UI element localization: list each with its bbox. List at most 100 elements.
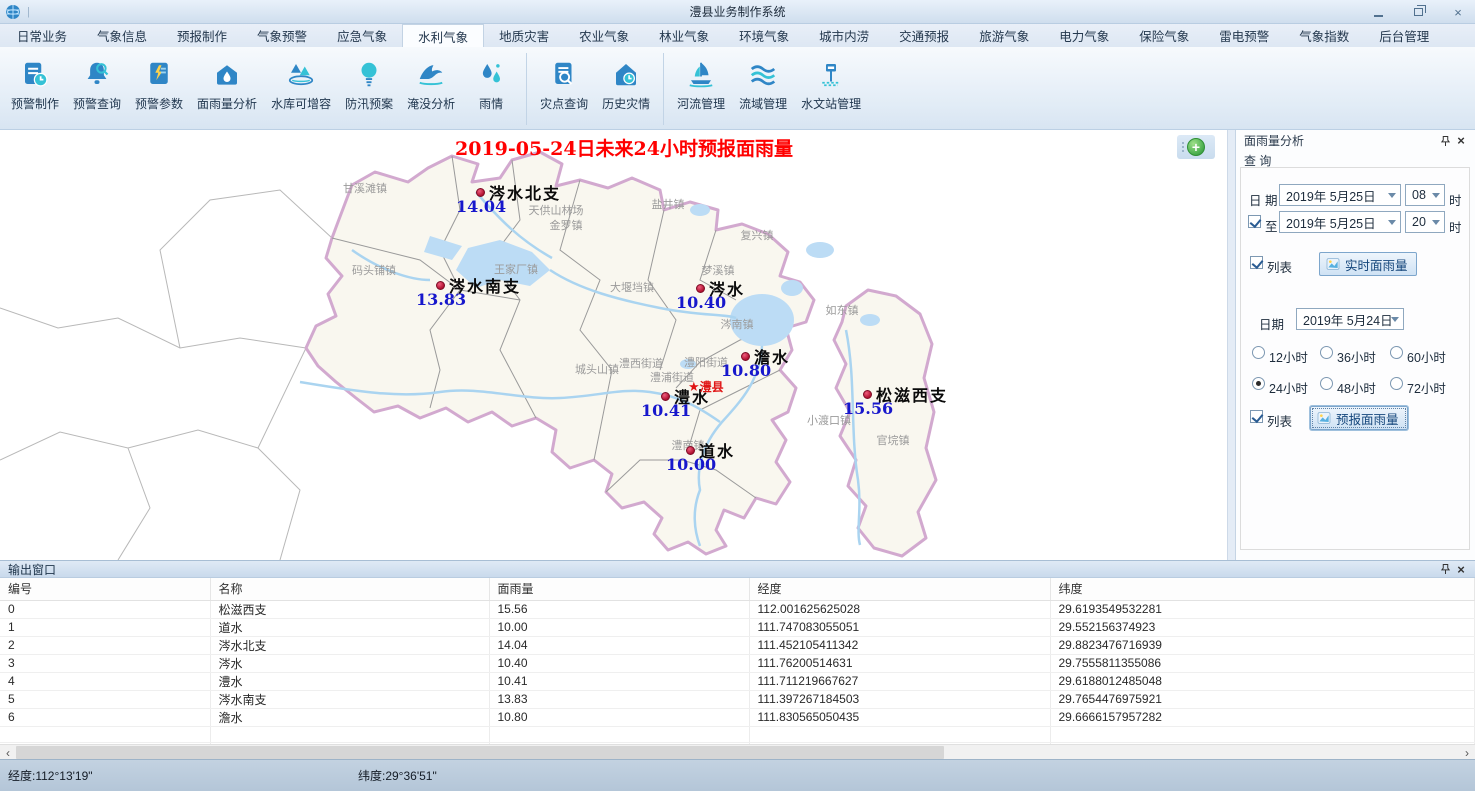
toolbar-button-水库可增容[interactable]: 水库可增容 <box>264 51 338 127</box>
radio-72小时[interactable] <box>1390 377 1403 390</box>
radio-24小时[interactable] <box>1252 377 1265 390</box>
table-row[interactable]: 0松滋西支15.56112.00162562502829.61935495322… <box>0 600 1475 618</box>
menu-tab-电力气象[interactable]: 电力气象 <box>1044 24 1124 47</box>
start-date-select[interactable]: 2019年 5月25日 <box>1279 184 1401 206</box>
toolbar: 预警制作预警查询预警参数面雨量分析水库可增容防汛预案淹没分析雨情 灾点查询历史灾情… <box>0 47 1475 130</box>
radio-48小时[interactable] <box>1320 377 1333 390</box>
menu-tab-城市内涝[interactable]: 城市内涝 <box>804 24 884 47</box>
end-date-select[interactable]: 2019年 5月25日 <box>1279 211 1401 233</box>
panel-close-icon[interactable]: × <box>1453 133 1469 148</box>
menu-tab-气象信息[interactable]: 气象信息 <box>82 24 162 47</box>
minimize-button[interactable] <box>1367 4 1389 20</box>
station-marker-道水[interactable] <box>686 446 695 455</box>
forecast-rain-button[interactable]: 预报面雨量 <box>1310 406 1408 430</box>
station-marker-松滋西支[interactable] <box>863 390 872 399</box>
station-marker-涔水[interactable] <box>696 284 705 293</box>
table-row[interactable]: 3涔水10.40111.7620051463129.7555811355086 <box>0 654 1475 672</box>
table-cell <box>210 726 489 742</box>
toolbar-button-label: 流域管理 <box>739 95 787 112</box>
title-bar: | 澧县业务制作系统 × <box>0 0 1475 24</box>
table-row[interactable]: 5涔水南支13.83111.39726718450329.76544769759… <box>0 690 1475 708</box>
realtime-list-checkbox[interactable] <box>1250 256 1263 269</box>
table-cell: 111.830565050435 <box>749 708 1050 726</box>
toolbar-button-预警制作[interactable]: 预警制作 <box>4 51 66 127</box>
menu-tab-旅游气象[interactable]: 旅游气象 <box>964 24 1044 47</box>
end-hour-select[interactable]: 20 <box>1405 211 1445 233</box>
toolbar-button-面雨量分析[interactable]: 面雨量分析 <box>190 51 264 127</box>
zoom-in-plus-button[interactable]: + <box>1187 138 1205 156</box>
scroll-left-icon[interactable]: ‹ <box>0 745 16 760</box>
toolbar-button-水文站管理[interactable]: 水文站管理 <box>794 51 868 127</box>
chart-image-icon <box>1316 410 1332 426</box>
menu-tab-应急气象[interactable]: 应急气象 <box>322 24 402 47</box>
menu-tab-日常业务[interactable]: 日常业务 <box>2 24 82 47</box>
toolbar-button-label: 雨情 <box>479 95 503 112</box>
vertical-splitter[interactable] <box>1227 130 1235 560</box>
town-label-天供山林场: 天供山林场 <box>529 202 584 218</box>
menu-tab-地质灾害[interactable]: 地质灾害 <box>484 24 564 47</box>
realtime-rain-button[interactable]: 实时面雨量 <box>1319 252 1417 276</box>
forecast-list-label: 列表 <box>1267 411 1292 430</box>
restore-button[interactable] <box>1407 4 1429 20</box>
toolbar-button-淹没分析[interactable]: 淹没分析 <box>400 51 462 127</box>
station-value: 15.56 <box>843 399 893 418</box>
toolbar-button-预警查询[interactable]: 预警查询 <box>66 51 128 127</box>
column-header-经度: 经度 <box>749 578 1050 600</box>
menu-tab-水利气象[interactable]: 水利气象 <box>402 24 484 47</box>
menu-tab-林业气象[interactable]: 林业气象 <box>644 24 724 47</box>
table-row[interactable]: 6澹水10.80111.83056505043529.6666157957282 <box>0 708 1475 726</box>
toolbar-button-河流管理[interactable]: 河流管理 <box>670 51 732 127</box>
toolbar-button-防汛预案[interactable]: 防汛预案 <box>338 51 400 127</box>
table-cell: 29.7654476975921 <box>1050 690 1475 708</box>
table-cell: 29.7555811355086 <box>1050 654 1475 672</box>
forecast-list-checkbox[interactable] <box>1250 410 1263 423</box>
table-row[interactable]: 2涔水北支14.04111.45210541134229.88234767169… <box>0 636 1475 654</box>
table-cell: 111.397267184503 <box>749 690 1050 708</box>
toolbar-button-label: 水库可增容 <box>271 95 331 112</box>
table-row[interactable]: 4澧水10.41111.71121966762729.6188012485048 <box>0 672 1475 690</box>
toolbar-separator <box>663 53 664 125</box>
to-date-checkbox[interactable] <box>1248 215 1261 228</box>
map-forecast-title: 2019-05-24日未来24小时预报面雨量 <box>455 134 775 161</box>
menu-tab-后台管理[interactable]: 后台管理 <box>1364 24 1444 47</box>
scroll-right-icon[interactable]: › <box>1459 745 1475 760</box>
menu-tab-气象指数[interactable]: 气象指数 <box>1284 24 1364 47</box>
radio-12小时[interactable] <box>1252 346 1265 359</box>
pin-icon[interactable] <box>1437 133 1453 148</box>
toolbar-button-雨情[interactable]: 雨情 <box>462 51 520 127</box>
forecast-date-select[interactable]: 2019年 5月24日 <box>1296 308 1404 330</box>
menu-tab-交通预报[interactable]: 交通预报 <box>884 24 964 47</box>
menu-tab-保险气象[interactable]: 保险气象 <box>1124 24 1204 47</box>
column-header-编号: 编号 <box>0 578 210 600</box>
station-marker-澹水[interactable] <box>741 352 750 361</box>
radio-60小时[interactable] <box>1390 346 1403 359</box>
station-marker-涔水南支[interactable] <box>436 281 445 290</box>
menu-tab-农业气象[interactable]: 农业气象 <box>564 24 644 47</box>
start-hour-select[interactable]: 08 <box>1405 184 1445 206</box>
station-value: 14.04 <box>456 197 506 216</box>
menu-tab-气象预警[interactable]: 气象预警 <box>242 24 322 47</box>
output-close-icon[interactable]: × <box>1453 562 1469 577</box>
table-row[interactable]: 1道水10.00111.74708305505129.552156374923 <box>0 618 1475 636</box>
panel-title: 面雨量分析 <box>1244 132 1304 149</box>
start-date-value: 2019年 5月25日 <box>1286 186 1376 205</box>
menu-tab-雷电预警[interactable]: 雷电预警 <box>1204 24 1284 47</box>
toolbar-button-label: 历史灾情 <box>602 95 650 112</box>
radio-36小时[interactable] <box>1320 346 1333 359</box>
pin-icon[interactable] <box>1437 562 1453 577</box>
toolbar-button-历史灾情[interactable]: 历史灾情 <box>595 51 657 127</box>
toolbar-button-预警参数[interactable]: 预警参数 <box>128 51 190 127</box>
toolbar-button-灾点查询[interactable]: 灾点查询 <box>533 51 595 127</box>
horizontal-scrollbar[interactable]: ‹ › <box>0 744 1475 759</box>
forecast-rain-button-label: 预报面雨量 <box>1336 409 1399 428</box>
station-marker-涔水北支[interactable] <box>476 188 485 197</box>
map-canvas[interactable]: 甘溪滩镇盐井镇天供山林场金罗镇复兴镇码头铺镇王家厂镇梦溪镇大堰垱镇涔南镇如东镇城… <box>0 130 1227 560</box>
menu-tab-预报制作[interactable]: 预报制作 <box>162 24 242 47</box>
close-button[interactable]: × <box>1447 4 1469 20</box>
toolbar-button-流域管理[interactable]: 流域管理 <box>732 51 794 127</box>
scrollbar-thumb[interactable] <box>16 746 944 759</box>
station-marker-澧水[interactable] <box>661 392 670 401</box>
column-header-纬度: 纬度 <box>1050 578 1475 600</box>
table-cell: 涔水 <box>210 654 489 672</box>
menu-tab-环境气象[interactable]: 环境气象 <box>724 24 804 47</box>
